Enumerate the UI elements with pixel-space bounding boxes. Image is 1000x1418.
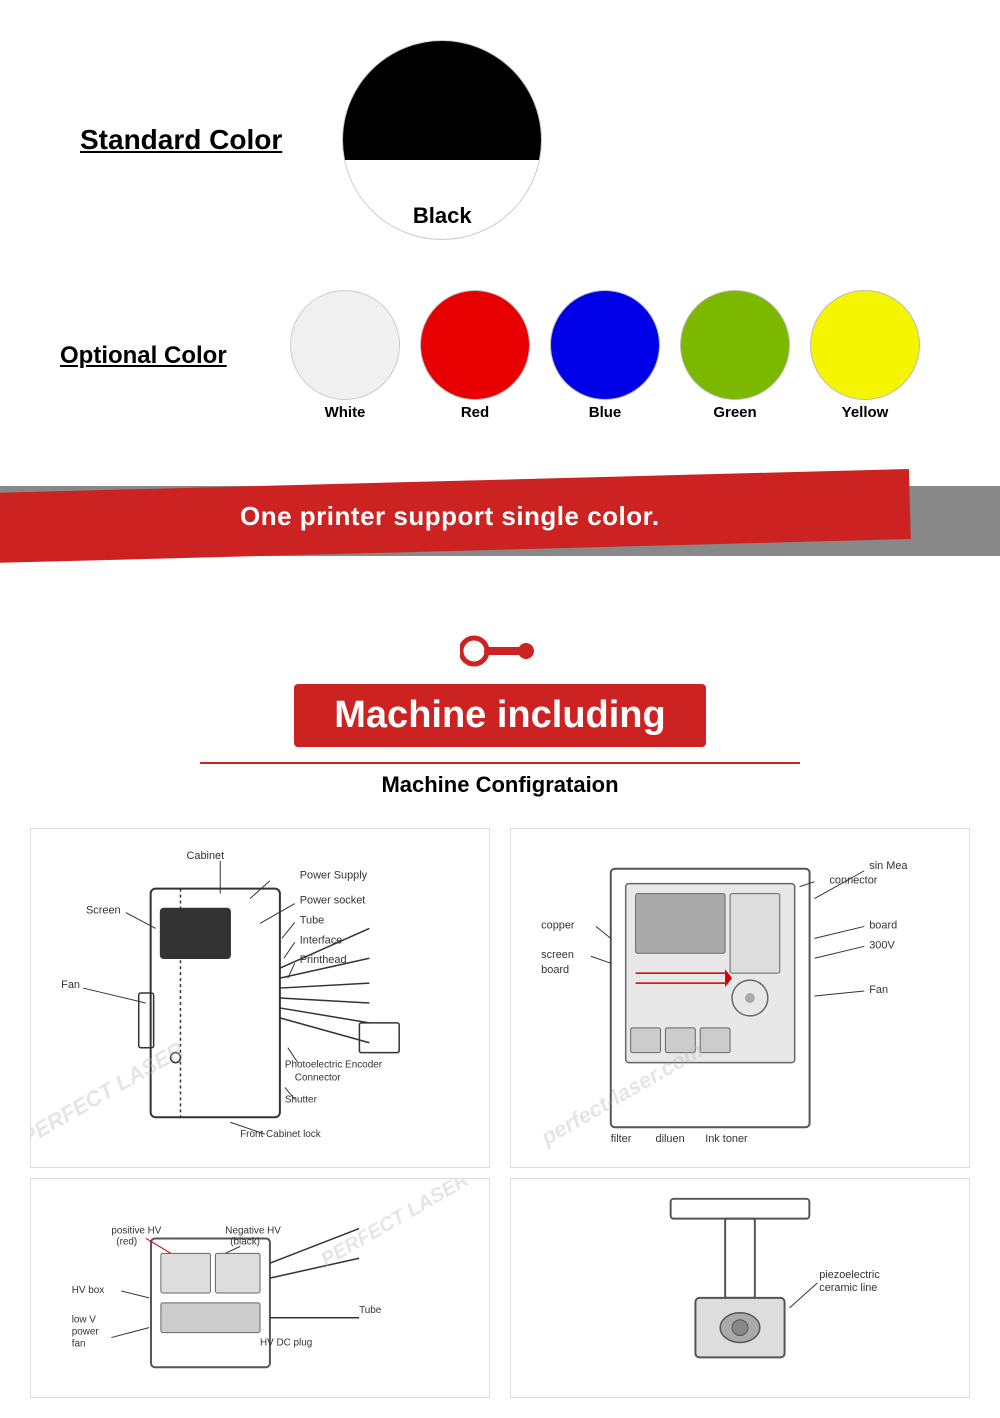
yellow-circle <box>810 290 920 400</box>
svg-text:Printhead: Printhead <box>300 954 347 966</box>
left-diagram-svg: Cabinet Power Supply Power socket Tube I… <box>31 829 489 1167</box>
svg-text:board: board <box>869 919 897 931</box>
banner-text: One printer support single color. <box>240 501 660 532</box>
machine-including-section: Machine including Machine Configrataion <box>0 611 1000 828</box>
red-circle <box>420 290 530 400</box>
optional-color-section: Optional Color White Red Blue Green Yell… <box>0 270 1000 451</box>
color-item-white: White <box>290 290 400 421</box>
bottom-left-diagram: positive HV (red) Negative HV (black) HV… <box>30 1178 490 1398</box>
svg-text:Fan: Fan <box>869 984 888 996</box>
svg-text:positive HV: positive HV <box>111 1226 161 1237</box>
svg-text:diluen: diluen <box>656 1133 685 1145</box>
bottom-diagrams-section: positive HV (red) Negative HV (black) HV… <box>0 1168 1000 1418</box>
svg-text:(red): (red) <box>116 1236 137 1247</box>
red-label: Red <box>461 404 489 421</box>
bottom-right-svg: piezoelectric ceramic line <box>511 1179 969 1397</box>
svg-text:board: board <box>541 964 569 976</box>
svg-text:(black): (black) <box>230 1236 260 1247</box>
svg-text:sin Mea: sin Mea <box>869 860 908 872</box>
svg-text:fan: fan <box>72 1338 86 1349</box>
standard-color-section: Standard Color Black <box>0 0 1000 270</box>
svg-text:Tube: Tube <box>359 1305 382 1316</box>
wrench-icon <box>460 631 540 676</box>
color-item-yellow: Yellow <box>810 290 920 421</box>
color-circles: White Red Blue Green Yellow <box>290 290 920 421</box>
right-diagram-svg: connector sin Mea copper screen board bo… <box>511 829 969 1167</box>
svg-text:Power Supply: Power Supply <box>300 870 368 882</box>
svg-text:HV DC plug: HV DC plug <box>260 1337 312 1348</box>
blue-circle <box>550 290 660 400</box>
svg-text:Front Cabinet lock: Front Cabinet lock <box>240 1129 321 1140</box>
diagrams-section: Cabinet Power Supply Power socket Tube I… <box>0 828 1000 1168</box>
white-circle <box>290 290 400 400</box>
svg-text:low V: low V <box>72 1315 97 1326</box>
black-circle: Black <box>342 40 542 240</box>
svg-text:300V: 300V <box>869 939 895 951</box>
svg-text:piezoelectric: piezoelectric <box>819 1269 880 1281</box>
svg-text:Negative HV: Negative HV <box>225 1226 281 1237</box>
color-item-green: Green <box>680 290 790 421</box>
svg-text:copper: copper <box>541 919 575 931</box>
svg-text:screen: screen <box>541 949 574 961</box>
svg-text:Shutter: Shutter <box>285 1094 318 1105</box>
color-item-red: Red <box>420 290 530 421</box>
svg-text:Screen: Screen <box>86 905 121 917</box>
green-circle <box>680 290 790 400</box>
svg-text:ceramic line: ceramic line <box>819 1282 877 1294</box>
svg-text:Power socket: Power socket <box>300 895 366 907</box>
green-label: Green <box>713 404 756 421</box>
blue-label: Blue <box>589 404 622 421</box>
machine-including-badge: Machine including <box>294 684 705 747</box>
svg-text:Tube: Tube <box>300 914 324 926</box>
svg-text:HV box: HV box <box>72 1285 104 1296</box>
black-circle-label: Black <box>413 203 472 229</box>
white-label: White <box>325 404 366 421</box>
bottom-right-diagram: piezoelectric ceramic line <box>510 1178 970 1398</box>
banner-section: One printer support single color. <box>0 471 1000 571</box>
machine-config-title: Machine Configrataion <box>381 772 618 798</box>
optional-color-label: Optional Color <box>60 342 260 370</box>
left-diagram: Cabinet Power Supply Power socket Tube I… <box>30 828 490 1168</box>
red-divider-line <box>200 762 800 764</box>
svg-text:Fan: Fan <box>61 979 80 991</box>
svg-text:Ink toner: Ink toner <box>705 1133 748 1145</box>
yellow-label: Yellow <box>842 404 889 421</box>
svg-text:power: power <box>72 1327 100 1338</box>
black-circle-container: Black <box>342 40 542 240</box>
svg-text:Cabinet: Cabinet <box>186 850 224 862</box>
svg-text:filter: filter <box>611 1133 632 1145</box>
svg-text:Photoelectric Encoder: Photoelectric Encoder <box>285 1060 383 1071</box>
right-diagram: connector sin Mea copper screen board bo… <box>510 828 970 1168</box>
svg-text:Interface: Interface <box>300 934 342 946</box>
svg-text:Connector: Connector <box>295 1073 342 1084</box>
standard-color-label: Standard Color <box>80 124 282 156</box>
color-item-blue: Blue <box>550 290 660 421</box>
bottom-left-svg: positive HV (red) Negative HV (black) HV… <box>31 1179 489 1397</box>
